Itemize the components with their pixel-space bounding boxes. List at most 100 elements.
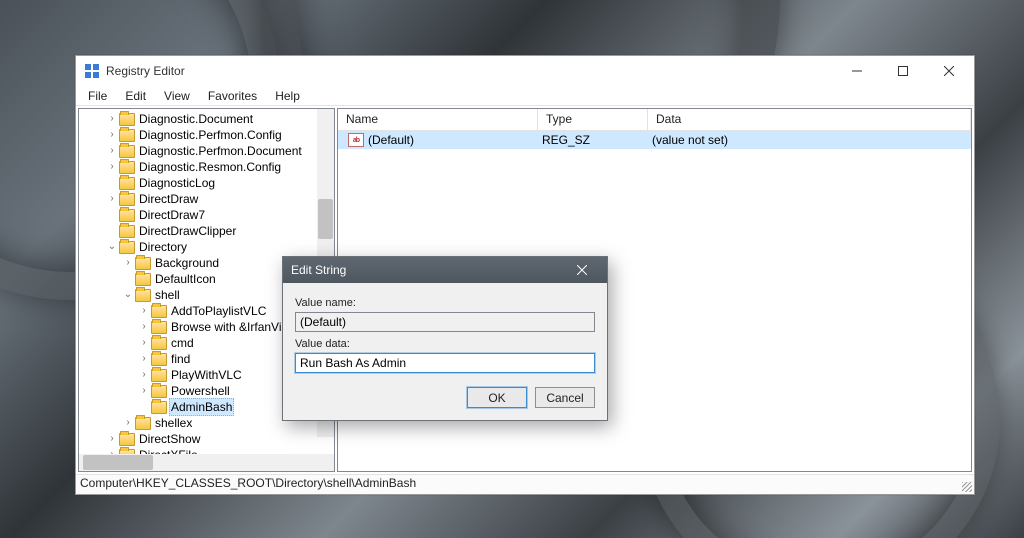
dialog-title: Edit String: [291, 263, 346, 277]
cancel-button[interactable]: Cancel: [535, 387, 595, 408]
tree-item-label: Diagnostic.Perfmon.Document: [139, 143, 302, 159]
ok-button[interactable]: OK: [467, 387, 527, 408]
chevron-right-icon[interactable]: ›: [137, 303, 151, 319]
value-name-field[interactable]: [295, 312, 595, 332]
tree-item[interactable]: ›DirectXFile: [79, 447, 334, 454]
tree-item-label: cmd: [171, 335, 194, 351]
folder-icon: [119, 225, 135, 238]
tree-item-label: shellex: [155, 415, 192, 431]
menu-file[interactable]: File: [80, 88, 115, 104]
tree-item-label: Diagnostic.Document: [139, 111, 253, 127]
chevron-right-icon[interactable]: ›: [121, 415, 135, 431]
chevron-right-icon[interactable]: ›: [105, 127, 119, 143]
folder-icon: [151, 305, 167, 318]
tree-item-label: shell: [155, 287, 180, 303]
value-type: REG_SZ: [538, 133, 648, 147]
value-data: (value not set): [648, 133, 971, 147]
chevron-right-icon[interactable]: ›: [105, 447, 119, 454]
window-title: Registry Editor: [106, 64, 185, 78]
column-data[interactable]: Data: [648, 109, 971, 130]
folder-icon: [119, 433, 135, 446]
value-name: (Default): [368, 133, 414, 147]
chevron-right-icon[interactable]: ›: [137, 351, 151, 367]
folder-icon: [135, 273, 151, 286]
tree-item-label: DirectDraw7: [139, 207, 205, 223]
folder-icon: [119, 209, 135, 222]
string-value-icon: ab: [348, 133, 364, 147]
chevron-right-icon[interactable]: ›: [105, 143, 119, 159]
chevron-right-icon[interactable]: ›: [105, 159, 119, 175]
status-path: Computer\HKEY_CLASSES_ROOT\Directory\she…: [80, 476, 416, 490]
folder-icon: [119, 113, 135, 126]
chevron-right-icon[interactable]: ›: [105, 111, 119, 127]
tree-item-label: DiagnosticLog: [139, 175, 215, 191]
chevron-right-icon[interactable]: ›: [137, 335, 151, 351]
edit-string-dialog: Edit String Value name: Value data: OK C…: [282, 256, 608, 421]
horizontal-scrollbar[interactable]: [79, 454, 334, 471]
column-type[interactable]: Type: [538, 109, 648, 130]
tree-item-label: DefaultIcon: [155, 271, 216, 287]
tree-item[interactable]: DirectDrawClipper: [79, 223, 334, 239]
minimize-button[interactable]: [834, 56, 880, 86]
tree-item[interactable]: DiagnosticLog: [79, 175, 334, 191]
menu-help[interactable]: Help: [267, 88, 308, 104]
folder-icon: [151, 369, 167, 382]
app-icon: [84, 63, 100, 79]
tree-item-label: Powershell: [171, 383, 230, 399]
menu-edit[interactable]: Edit: [117, 88, 154, 104]
chevron-right-icon[interactable]: ›: [137, 367, 151, 383]
folder-icon: [151, 385, 167, 398]
folder-icon: [135, 257, 151, 270]
folder-icon: [151, 337, 167, 350]
tree-item-label: DirectDraw: [139, 191, 198, 207]
chevron-right-icon[interactable]: ›: [137, 383, 151, 399]
tree-item-label: Browse with &IrfanView: [171, 319, 297, 335]
tree-item[interactable]: › Diagnostic.Resmon.Config: [79, 159, 334, 175]
statusbar: Computer\HKEY_CLASSES_ROOT\Directory\she…: [76, 474, 974, 494]
tree-item-label: AddToPlaylistVLC: [171, 303, 266, 319]
tree-item[interactable]: › Diagnostic.Perfmon.Config: [79, 127, 334, 143]
column-name[interactable]: Name: [338, 109, 538, 130]
menu-favorites[interactable]: Favorites: [200, 88, 265, 104]
tree-item-label: PlayWithVLC: [171, 367, 242, 383]
tree-item[interactable]: › Diagnostic.Perfmon.Document: [79, 143, 334, 159]
folder-icon: [151, 401, 167, 414]
value-row[interactable]: ab (Default) REG_SZ(value not set): [338, 131, 971, 149]
dialog-titlebar[interactable]: Edit String: [283, 257, 607, 283]
folder-icon: [135, 417, 151, 430]
chevron-right-icon[interactable]: ›: [137, 319, 151, 335]
tree-item-label: Diagnostic.Perfmon.Config: [139, 127, 282, 143]
folder-icon: [119, 193, 135, 206]
folder-icon: [119, 145, 135, 158]
tree-item-label: AdminBash: [169, 398, 234, 416]
tree-item-label: DirectShow: [139, 431, 200, 447]
dialog-close-button[interactable]: [565, 257, 599, 283]
folder-icon: [135, 289, 151, 302]
folder-icon: [119, 177, 135, 190]
tree-item[interactable]: › DirectDraw: [79, 191, 334, 207]
titlebar[interactable]: Registry Editor: [76, 56, 974, 86]
value-name-label: Value name:: [295, 297, 595, 309]
tree-item[interactable]: › DirectShow: [79, 431, 334, 447]
chevron-down-icon[interactable]: ⌄: [105, 239, 119, 255]
menu-view[interactable]: View: [156, 88, 198, 104]
menubar: File Edit View Favorites Help: [76, 86, 974, 106]
chevron-down-icon[interactable]: ⌄: [121, 287, 135, 303]
folder-icon: [151, 321, 167, 334]
folder-icon: [119, 241, 135, 254]
close-button[interactable]: [926, 56, 972, 86]
values-header[interactable]: Name Type Data: [338, 109, 971, 131]
tree-item[interactable]: ⌄ Directory: [79, 239, 334, 255]
value-data-label: Value data:: [295, 338, 595, 350]
folder-icon: [119, 129, 135, 142]
maximize-button[interactable]: [880, 56, 926, 86]
tree-item[interactable]: › Diagnostic.Document: [79, 111, 334, 127]
folder-icon: [151, 353, 167, 366]
tree-item[interactable]: DirectDraw7: [79, 207, 334, 223]
value-data-field[interactable]: [295, 353, 595, 373]
chevron-right-icon[interactable]: ›: [105, 431, 119, 447]
chevron-right-icon[interactable]: ›: [121, 255, 135, 271]
chevron-right-icon[interactable]: ›: [105, 191, 119, 207]
tree-item-label: Diagnostic.Resmon.Config: [139, 159, 281, 175]
tree-item-label: Directory: [139, 239, 187, 255]
